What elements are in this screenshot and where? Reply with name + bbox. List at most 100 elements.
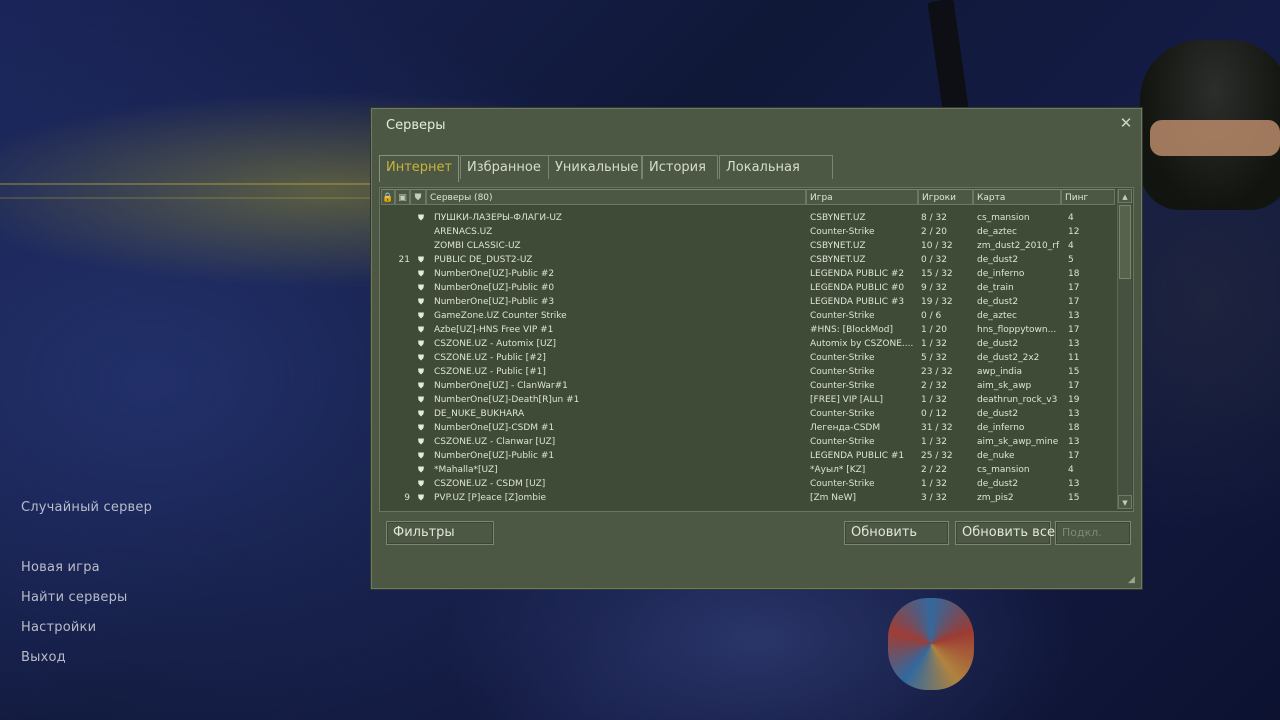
tab-history[interactable]: История — [642, 155, 718, 179]
table-row[interactable]: ⛊ CSZONE.UZ - Public [#1] Counter-Strike 23… — [380, 365, 1115, 379]
server-game: Легенда-CSDM — [810, 423, 881, 433]
table-row[interactable]: ⛊ NumberOne[UZ]-Public #0 LEGENDA PUBLIC #… — [380, 281, 1115, 295]
refresh-all-button[interactable]: Обновить все — [955, 521, 1055, 545]
menu-quit[interactable]: Выход — [21, 650, 66, 665]
server-ping: 17 — [1068, 381, 1080, 391]
server-players: 1 / 32 — [921, 339, 947, 349]
server-game: LEGENDA PUBLIC #2 — [810, 269, 905, 279]
background-shoulder-patch — [888, 598, 974, 690]
server-ping: 17 — [1068, 283, 1080, 293]
table-row[interactable]: ⛊ NumberOne[UZ]-Death[R]un #1 [FREE] VIP [… — [380, 393, 1115, 407]
server-map: aim_sk_awp_mine — [977, 437, 1059, 447]
table-row[interactable]: ⛊ DE_NUKE_BUKHARA Counter-Strike 0 / 12 de_d… — [380, 407, 1115, 421]
server-players: 1 / 32 — [921, 437, 947, 447]
filters-button[interactable]: Фильтры — [386, 521, 494, 545]
table-row[interactable]: ⛊ Azbe[UZ]-HNS Free VIP #1 #HNS: [BlockMod… — [380, 323, 1115, 337]
server-name: ZOMBI CLASSIC-UZ — [434, 241, 521, 251]
table-row[interactable]: 21 ⛊ PUBLIC DE_DUST2-UZ CSBYNET.UZ 0 / 32 de_… — [380, 253, 1115, 267]
column-game[interactable]: Игра — [806, 189, 918, 205]
server-ping: 13 — [1068, 437, 1080, 447]
column-ping[interactable]: Пинг — [1061, 189, 1115, 205]
list-header: 🔒 ▣ ⛊ Серверы (80) Игра Игроки Карта Пин… — [380, 188, 1115, 206]
server-name: NumberOne[UZ]-CSDM #1 — [434, 423, 555, 433]
scroll-down-icon[interactable]: ▼ — [1118, 495, 1132, 509]
server-name: CSZONE.UZ - Clanwar [UZ] — [434, 437, 556, 447]
menu-new-game[interactable]: Новая игра — [21, 560, 100, 575]
server-map: de_nuke — [977, 451, 1015, 461]
tab-lan[interactable]: Локальная сеть — [719, 155, 833, 199]
menu-settings[interactable]: Настройки — [21, 620, 96, 635]
server-players: 15 / 32 — [921, 269, 953, 279]
server-map: awp_india — [977, 367, 1023, 377]
menu-random-server[interactable]: Случайный сервер — [21, 500, 152, 515]
server-name: CSZONE.UZ - CSDM [UZ] — [434, 479, 546, 489]
connect-button[interactable]: Подкл. — [1055, 521, 1131, 545]
table-row[interactable]: ⛊ *Mahalla*[UZ] *Ауыл* [KZ] 2 / 22 cs_mansio… — [380, 463, 1115, 477]
table-row[interactable]: ⛊ NumberOne[UZ]-Public #3 LEGENDA PUBLIC #… — [380, 295, 1115, 309]
tab-unique[interactable]: Уникальные — [548, 155, 642, 179]
table-row[interactable]: ⛊ CSZONE.UZ - CSDM [UZ] Counter-Strike 1 / … — [380, 477, 1115, 491]
table-row[interactable]: ⛊ NumberOne[UZ]-Public #2 LEGENDA PUBLIC #… — [380, 267, 1115, 281]
secure-icon: ⛊ — [418, 353, 424, 362]
server-map: de_inferno — [977, 269, 1025, 279]
server-game: Counter-Strike — [810, 437, 875, 447]
secure-icon: ⛊ — [418, 269, 424, 278]
server-players: 2 / 20 — [921, 227, 947, 237]
resize-grip-icon[interactable]: ◢ — [1128, 575, 1138, 585]
server-game: *Ауыл* [KZ] — [810, 465, 866, 475]
server-ping: 18 — [1068, 423, 1080, 433]
table-row[interactable]: ⛊ GameZone.UZ Counter Strike Counter-Strik… — [380, 309, 1115, 323]
column-players[interactable]: Игроки — [918, 189, 973, 205]
server-name: GameZone.UZ Counter Strike — [434, 311, 567, 321]
server-game: Counter-Strike — [810, 367, 875, 377]
table-row[interactable]: ⛊ NumberOne[UZ]-Public #1 LEGENDA PUBLIC #… — [380, 449, 1115, 463]
table-row[interactable]: ⛊ NumberOne[UZ] - ClanWar#1 Counter-Strike… — [380, 379, 1115, 393]
scroll-up-icon[interactable]: ▲ — [1118, 189, 1132, 203]
server-players: 9 / 32 — [921, 283, 947, 293]
refresh-button[interactable]: Обновить — [844, 521, 949, 545]
bot-icon[interactable]: ▣ — [395, 189, 410, 205]
server-map: de_dust2 — [977, 409, 1019, 419]
server-ping: 18 — [1068, 269, 1080, 279]
table-row[interactable]: ⛊ CSZONE.UZ - Automix [UZ] Automix by CSZO… — [380, 337, 1115, 351]
column-servers[interactable]: Серверы (80) — [426, 189, 806, 205]
scroll-thumb[interactable] — [1119, 205, 1131, 279]
secure-icon: ⛊ — [418, 465, 424, 474]
tab-favorites[interactable]: Избранное — [460, 155, 549, 179]
server-players: 31 / 32 — [921, 423, 953, 433]
server-map: deathrun_rock_v3 — [977, 395, 1058, 405]
server-players: 5 / 32 — [921, 353, 947, 363]
server-name: NumberOne[UZ] - ClanWar#1 — [434, 381, 568, 391]
server-name: PUBLIC DE_DUST2-UZ — [434, 255, 533, 265]
lock-icon[interactable]: 🔒 — [381, 189, 395, 205]
secure-icon: ⛊ — [418, 339, 424, 348]
secure-icon: ⛊ — [418, 493, 424, 502]
server-name: ПУШКИ-ЛАЗЕРЫ-ФЛАГИ-UZ — [434, 213, 562, 223]
server-name: CSZONE.UZ - Public [#1] — [434, 367, 546, 377]
tab-internet[interactable]: Интернет — [379, 155, 459, 182]
table-row[interactable]: ⛊ ПУШКИ-ЛАЗЕРЫ-ФЛАГИ-UZ CSBYNET.UZ 8 / 32 cs… — [380, 211, 1115, 225]
secure-icon: ⛊ — [418, 367, 424, 376]
server-ping: 13 — [1068, 311, 1080, 321]
table-row[interactable]: ⛊ NumberOne[UZ]-CSDM #1 Легенда-CSDM 31 / 3… — [380, 421, 1115, 435]
column-map[interactable]: Карта — [973, 189, 1061, 205]
server-name: PVP.UZ [P]eace [Z]ombie — [434, 493, 546, 503]
close-icon[interactable]: ✕ — [1117, 114, 1135, 132]
menu-find-servers[interactable]: Найти серверы — [21, 590, 128, 605]
table-row[interactable]: ⛊ CSZONE.UZ - Clanwar [UZ] Counter-Strike 1… — [380, 435, 1115, 449]
server-game: LEGENDA PUBLIC #1 — [810, 451, 905, 461]
server-name: *Mahalla*[UZ] — [434, 465, 498, 475]
table-row[interactable]: ⛊ CSZONE.UZ - Public [#2] Counter-Strike 5 … — [380, 351, 1115, 365]
scrollbar[interactable]: ▲ ▼ — [1117, 189, 1132, 509]
table-row[interactable]: 9 ⛊ PVP.UZ [P]eace [Z]ombie [Zm NeW] 3 / 32 z… — [380, 491, 1115, 505]
server-name: NumberOne[UZ]-Public #2 — [434, 269, 555, 279]
table-row[interactable]: ZOMBI CLASSIC-UZ CSBYNET.UZ 10 / 32 zm_dust… — [380, 239, 1115, 253]
server-ping: 12 — [1068, 227, 1080, 237]
server-ping: 15 — [1068, 367, 1080, 377]
secure-icon: ⛊ — [418, 213, 424, 222]
shield-icon[interactable]: ⛊ — [410, 189, 426, 205]
table-row[interactable]: ARENACS.UZ Counter-Strike 2 / 20 de_aztec 12 — [380, 225, 1115, 239]
server-name: CSZONE.UZ - Automix [UZ] — [434, 339, 557, 349]
server-name: NumberOne[UZ]-Public #0 — [434, 283, 555, 293]
server-map: cs_mansion — [977, 465, 1030, 475]
